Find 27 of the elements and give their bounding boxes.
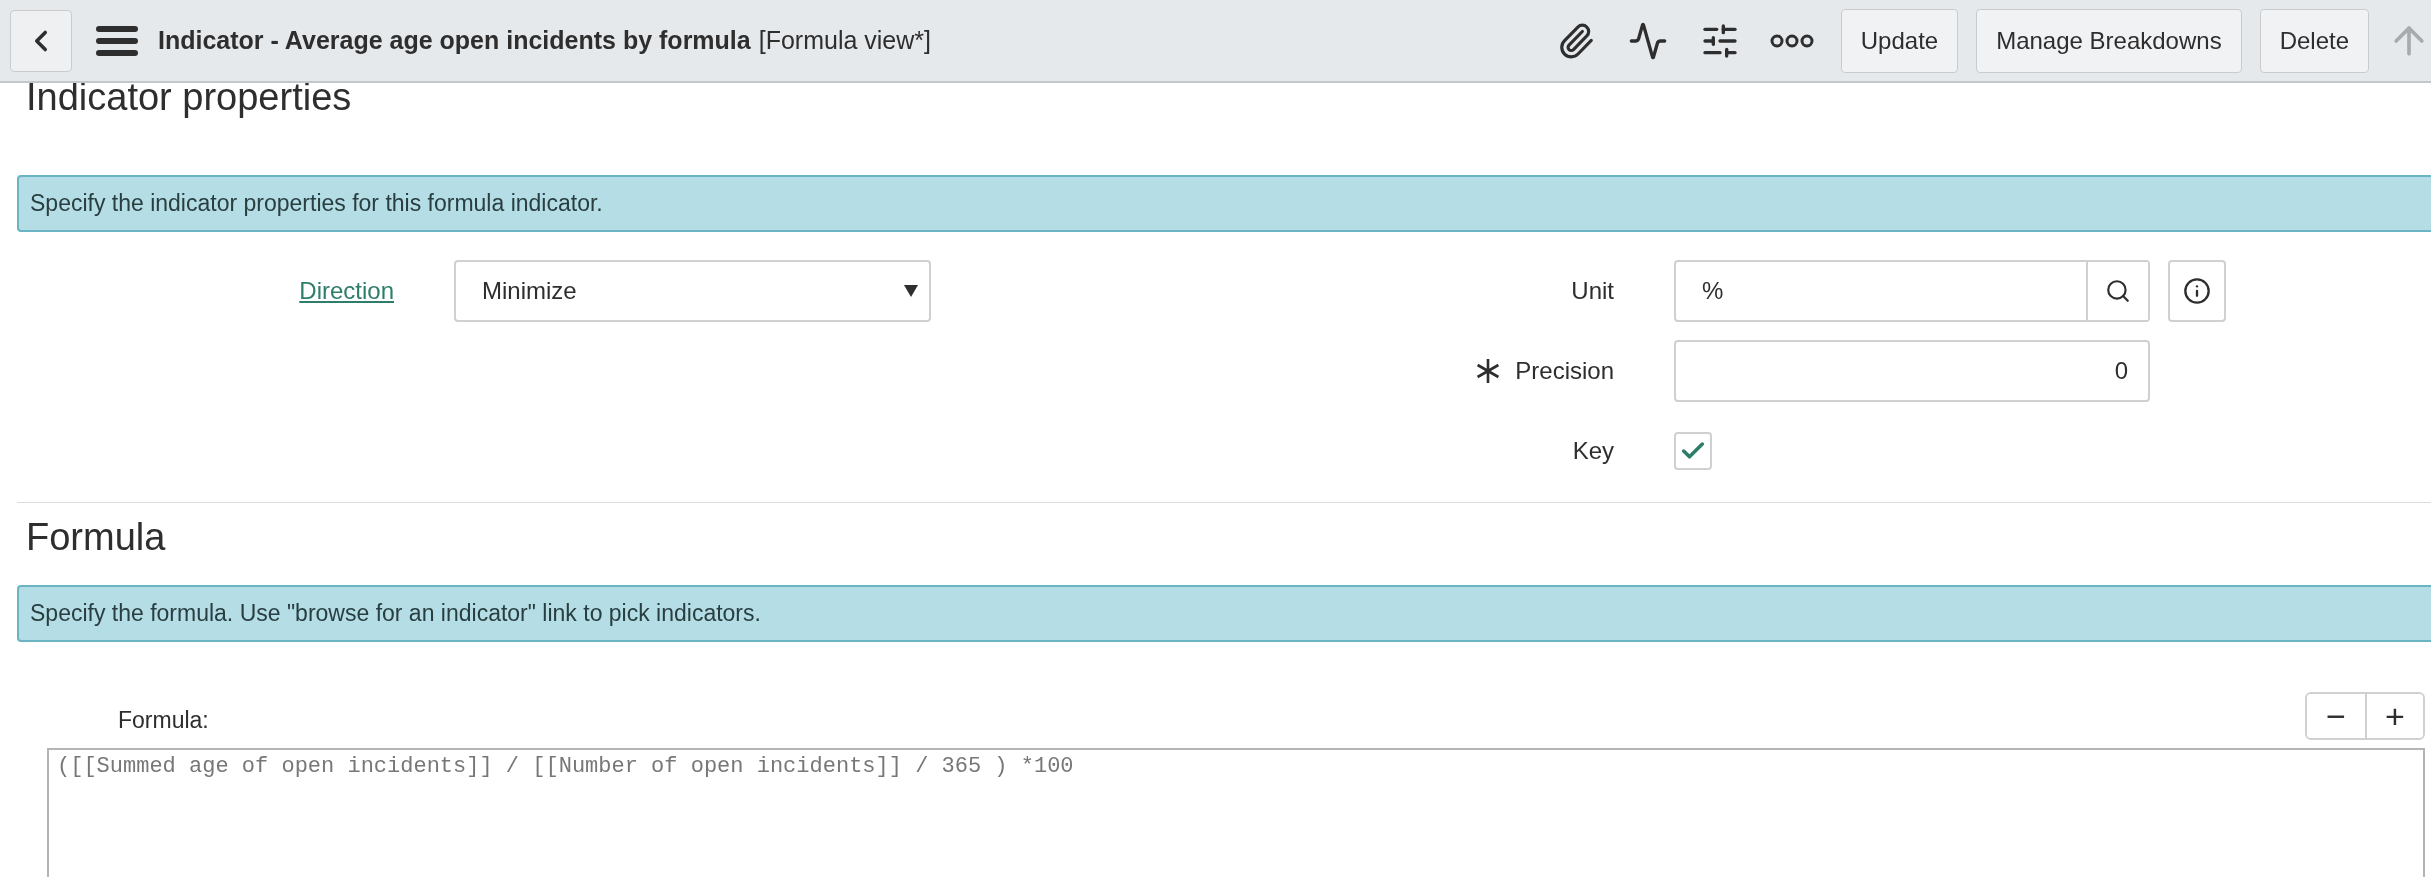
- section-heading: Formula: [26, 515, 167, 560]
- direction-link[interactable]: Direction: [299, 277, 394, 305]
- search-icon: [2105, 278, 2131, 304]
- header-button[interactable]: Delete: [2259, 8, 2369, 73]
- direction-select[interactable]: Minimize: [454, 260, 931, 322]
- info-message: Specify the formula. Use "browse for an indicator" link to pick indicators.: [30, 600, 761, 627]
- info-message: Specify the indicator properties for this formula indicator.: [30, 190, 603, 217]
- header-button[interactable]: Manage Breakdowns: [1976, 8, 2242, 73]
- info-button[interactable]: [2168, 260, 2226, 322]
- unit-field[interactable]: %: [1674, 260, 2150, 322]
- precision-field[interactable]: 0: [1674, 340, 2150, 402]
- zoom-button[interactable]: +: [2365, 694, 2423, 738]
- key-checkbox[interactable]: [1674, 432, 1712, 470]
- formula-label: Formula:: [118, 707, 209, 734]
- view-name: [Formula view*]: [758, 26, 931, 55]
- search-button[interactable]: [2086, 262, 2148, 320]
- menu-icon[interactable]: [96, 24, 138, 57]
- back-button[interactable]: [10, 9, 72, 72]
- field-label: Key: [1572, 437, 1614, 465]
- field-label: Unit: [1571, 277, 1614, 305]
- section-heading: Indicator properties: [26, 83, 353, 120]
- caret-icon: [903, 284, 919, 298]
- formula-editor[interactable]: ([[Summed age of open incidents]] / [[Number of open incidents]] / 365 ) *100: [47, 748, 2425, 877]
- record-title: Indicator - Average age open incidents by formula: [158, 26, 751, 55]
- header-button[interactable]: Update: [1840, 8, 1959, 73]
- info-icon: [2183, 277, 2211, 305]
- field-label: Precision: [1515, 357, 1614, 385]
